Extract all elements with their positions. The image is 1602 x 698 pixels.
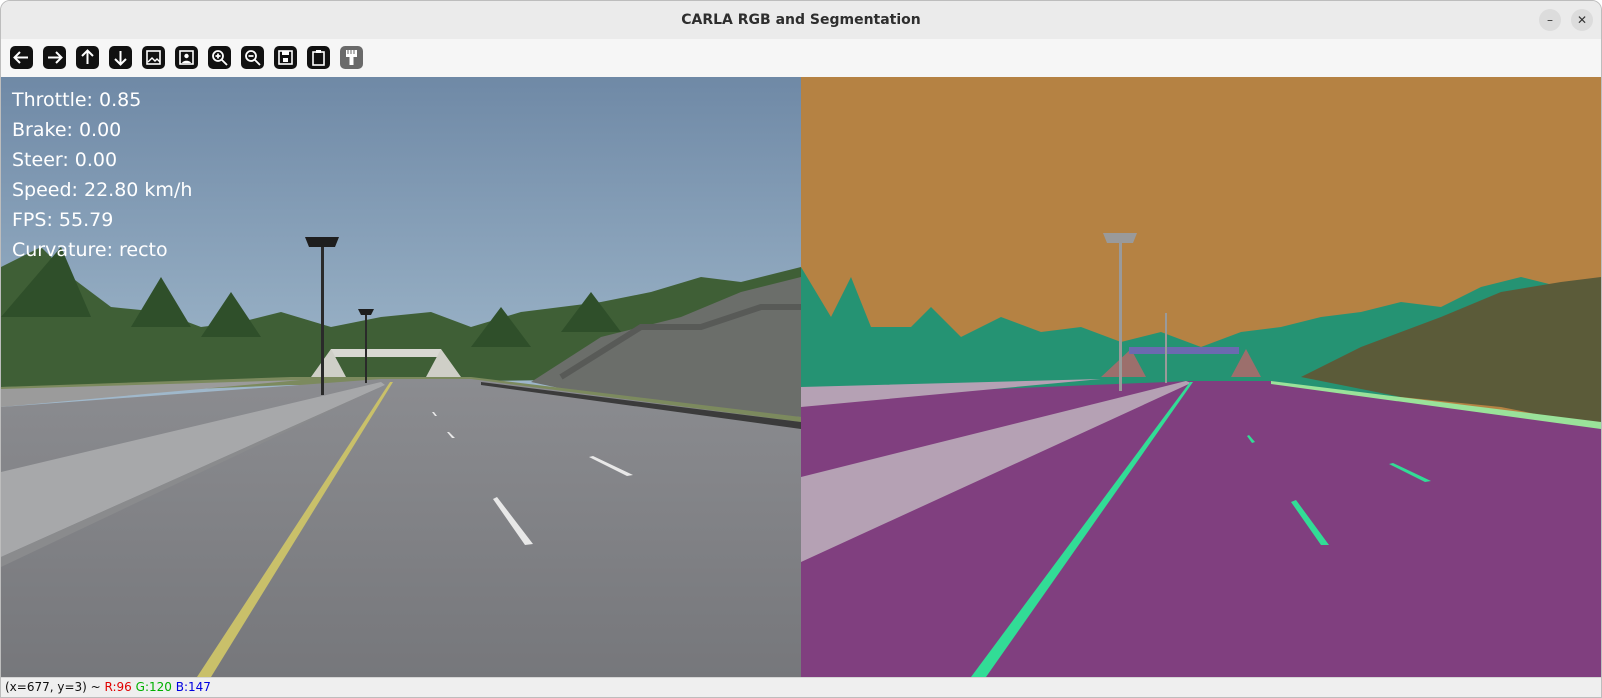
arrow-left-icon (13, 51, 28, 64)
minimize-button[interactable]: – (1539, 9, 1561, 31)
zoom-fit-button[interactable] (142, 46, 165, 69)
app-window: CARLA RGB and Segmentation – ✕ Throttle:… (0, 0, 1602, 698)
pixel-red-value: R:96 (104, 680, 132, 694)
pan-right-button[interactable] (43, 46, 66, 69)
arrow-down-icon (114, 51, 127, 66)
rgb-camera-view[interactable]: Throttle: 0.85 Brake: 0.00 Steer: 0.00 S… (1, 77, 801, 677)
hud-curvature: Curvature: recto (12, 239, 168, 261)
save-button[interactable] (274, 46, 297, 69)
hud-brake: Brake: 0.00 (12, 119, 122, 141)
save-icon (278, 50, 293, 65)
hud-speed: Speed: 22.80 km/h (12, 179, 193, 201)
zoom-in-icon (212, 50, 228, 66)
toolbar (1, 39, 1601, 77)
window-title: CARLA RGB and Segmentation (681, 12, 921, 28)
segmentation-image (801, 77, 1601, 677)
zoom-in-button[interactable] (208, 46, 231, 69)
hud-fps: FPS: 55.79 (12, 209, 114, 231)
pan-left-button[interactable] (10, 46, 33, 69)
arrow-up-icon (81, 49, 94, 64)
cursor-coords: (x=677, y=3) ~ (5, 680, 105, 694)
clipboard-icon (312, 50, 325, 66)
rgb-scene-image (1, 77, 801, 677)
pixel-green-value: G:120 (135, 680, 172, 694)
segmentation-view[interactable] (801, 77, 1601, 677)
zoom-out-button[interactable] (241, 46, 264, 69)
pixel-blue-value: B:147 (175, 680, 211, 694)
status-bar: (x=677, y=3) ~ R:96 G:120 B:147 (1, 677, 1601, 697)
paint-brush-icon (346, 50, 357, 65)
pan-up-button[interactable] (76, 46, 99, 69)
zoom-original-button[interactable] (175, 46, 198, 69)
image-person-icon (179, 50, 194, 65)
zoom-out-icon (245, 50, 261, 66)
close-button[interactable]: ✕ (1571, 9, 1593, 31)
image-icon (146, 50, 161, 65)
arrow-right-icon (48, 51, 63, 64)
copy-clipboard-button[interactable] (307, 46, 330, 69)
hud-throttle: Throttle: 0.85 (12, 89, 142, 111)
title-bar[interactable]: CARLA RGB and Segmentation – ✕ (1, 1, 1601, 40)
properties-button[interactable] (340, 46, 363, 69)
pan-down-button[interactable] (109, 46, 132, 69)
hud-steer: Steer: 0.00 (12, 149, 118, 171)
